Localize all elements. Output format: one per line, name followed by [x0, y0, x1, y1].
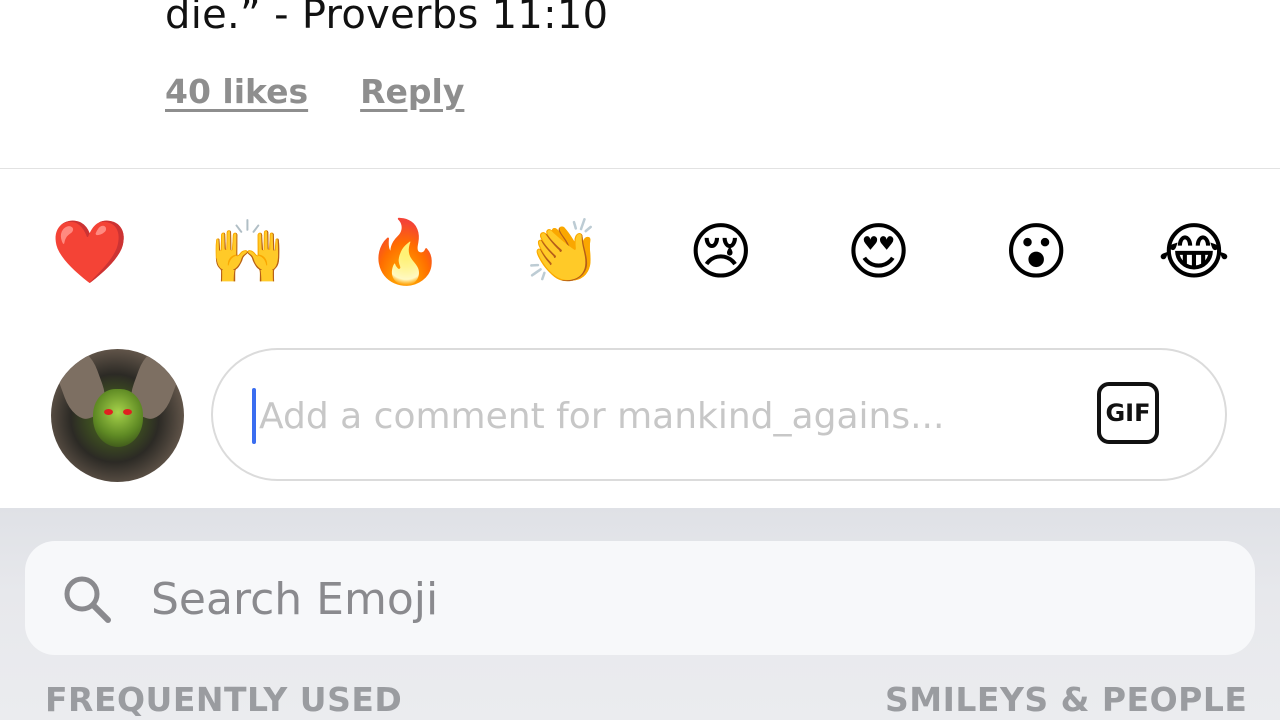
- avatar-face: [93, 389, 143, 447]
- reaction-raising-hands[interactable]: 🙌: [209, 214, 286, 290]
- user-avatar[interactable]: [51, 349, 184, 482]
- reaction-tears-of-joy[interactable]: 😂: [1156, 214, 1232, 290]
- quick-reactions-bar: ❤️ 🙌 🔥 👏 😢 😍 😮 😂: [51, 214, 1232, 290]
- reply-link[interactable]: Reply: [360, 72, 464, 111]
- reaction-red-heart[interactable]: ❤️: [51, 214, 128, 290]
- comment-actions: 40 likes Reply: [165, 72, 464, 111]
- reaction-face-open-mouth[interactable]: 😮: [998, 214, 1074, 290]
- emoji-search-input[interactable]: [149, 567, 1203, 631]
- text-caret: [252, 388, 256, 444]
- reaction-fire[interactable]: 🔥: [367, 214, 444, 290]
- category-smileys-people[interactable]: SMILEYS & PEOPLE: [885, 680, 1247, 719]
- emoji-keyboard: FREQUENTLY USED SMILEYS & PEOPLE: [0, 508, 1280, 720]
- reaction-crying-face[interactable]: 😢: [683, 214, 759, 290]
- avatar-eye-right: [123, 409, 132, 415]
- search-icon: [64, 576, 111, 623]
- emoji-search-bar: [25, 541, 1255, 655]
- reaction-heart-eyes[interactable]: 😍: [841, 214, 917, 290]
- comment-box: GIF: [211, 348, 1227, 481]
- divider: [0, 168, 1280, 169]
- avatar-eye-left: [104, 409, 113, 415]
- category-frequently-used[interactable]: FREQUENTLY USED: [45, 680, 402, 719]
- likes-link[interactable]: 40 likes: [165, 72, 308, 111]
- gif-button[interactable]: GIF: [1097, 382, 1159, 444]
- reaction-clapping-hands[interactable]: 👏: [525, 214, 602, 290]
- comment-input[interactable]: [257, 384, 1081, 448]
- comment-text: die.” - Proverbs 11:10: [165, 0, 609, 38]
